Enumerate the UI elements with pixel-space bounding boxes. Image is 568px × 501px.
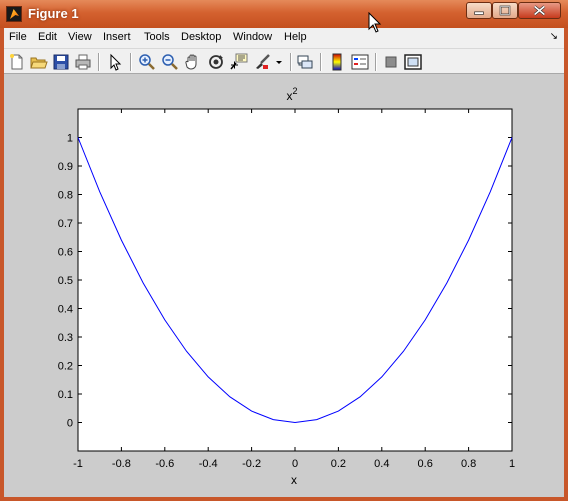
- y-tick-label: 0.6: [58, 247, 73, 259]
- y-tick-label: 1: [67, 133, 73, 145]
- x-tick-label: 0.4: [374, 458, 389, 470]
- x-tick-labels: -1 -0.8 -0.6 -0.4 -0.2 0 0.2 0.4 0.6 0.8 1: [73, 458, 515, 470]
- y-tick-label: 0.7: [58, 218, 73, 230]
- y-tick-label: 0.9: [58, 161, 73, 173]
- figure-window: Figure 1 File Edit View Insert Tools Des…: [0, 0, 568, 501]
- y-tick-label: 0.3: [58, 332, 73, 344]
- y-tick-labels: 0 0.1 0.2 0.3 0.4 0.5 0.6 0.7 0.8 0.9 1: [58, 133, 73, 430]
- plot-title: x2: [286, 86, 297, 103]
- mouse-cursor-icon: [368, 12, 382, 33]
- x-tick-label: 0.6: [418, 458, 433, 470]
- y-tick-label: 0.4: [58, 304, 73, 316]
- x-tick-label: -0.6: [155, 458, 174, 470]
- y-tick-label: 0.5: [58, 275, 73, 287]
- axes-box: [77, 108, 513, 452]
- series-line: [77, 137, 513, 424]
- y-tick-label: 0.8: [58, 190, 73, 202]
- x-tick-label: 0: [292, 458, 298, 470]
- x-tick-label: -0.8: [112, 458, 131, 470]
- y-tick-label: 0.1: [58, 389, 73, 401]
- axis-ticks: [77, 109, 513, 451]
- x-axis-label: x: [291, 473, 297, 487]
- y-tick-label: 0: [67, 418, 73, 430]
- x-tick-label: 0.2: [331, 458, 346, 470]
- y-tick-label: 0.2: [58, 361, 73, 373]
- x-tick-label: 0.8: [461, 458, 476, 470]
- x-tick-label: -1: [73, 458, 83, 470]
- plot-title-exponent: 2: [292, 86, 297, 96]
- x-tick-label: -0.4: [199, 458, 218, 470]
- x-tick-label: 1: [509, 458, 515, 470]
- plot-svg: -1 -0.8 -0.6 -0.4 -0.2 0 0.2 0.4 0.6 0.8 1 0 0.1 0.2…: [58, 86, 515, 487]
- x-tick-label: -0.2: [242, 458, 261, 470]
